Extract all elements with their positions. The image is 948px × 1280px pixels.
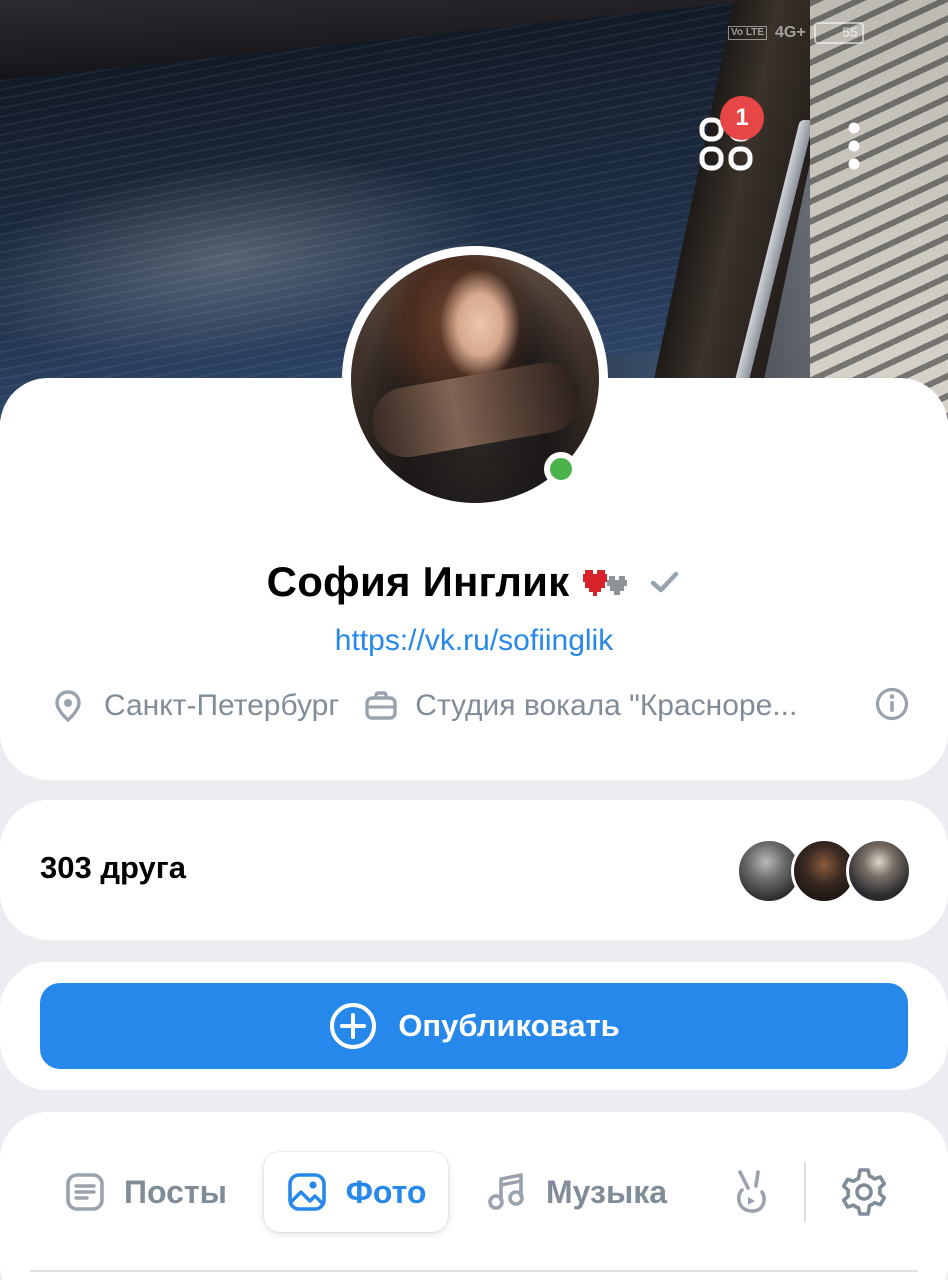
publish-label: Опубликовать xyxy=(398,1008,620,1043)
profile-name-row: София Инглик xyxy=(0,556,948,608)
cover-sidewalk xyxy=(810,0,948,420)
profile-tabs: Посты Фото Музыка xyxy=(0,1152,948,1236)
verified-check-icon[interactable] xyxy=(647,565,681,599)
tabs-underline xyxy=(30,1270,918,1272)
location-pin-icon xyxy=(55,690,81,723)
publish-button[interactable]: Опубликовать xyxy=(40,983,908,1069)
posts-icon xyxy=(66,1173,104,1211)
tabs-divider xyxy=(804,1162,806,1222)
city-text: Санкт-Петербург xyxy=(104,689,340,722)
volte-indicator: Vo LTE xyxy=(728,26,767,40)
pixel-heart-icon[interactable] xyxy=(583,566,633,598)
tab-photos-label: Фото xyxy=(345,1173,427,1210)
friend-avatars[interactable] xyxy=(736,838,912,904)
music-note-icon xyxy=(488,1173,524,1210)
tab-music-label: Музыка xyxy=(546,1173,668,1210)
notification-badge: 1 xyxy=(720,96,764,140)
network-indicator: 4G+ xyxy=(774,24,806,41)
friend-avatar xyxy=(846,838,912,904)
friends-count[interactable]: 303 друга xyxy=(40,850,186,886)
clips-icon xyxy=(736,1170,766,1213)
more-vertical-icon xyxy=(848,122,860,170)
profile-link[interactable]: https://vk.ru/sofiinglik xyxy=(0,624,948,658)
tab-posts-label: Посты xyxy=(124,1173,227,1210)
profile-name: София Инглик xyxy=(266,558,570,605)
profile-info-row[interactable]: Санкт-Петербург Студия вокала "Красноре.… xyxy=(50,682,910,730)
briefcase-icon xyxy=(365,691,397,720)
tab-posts[interactable]: Посты xyxy=(46,1152,245,1232)
plus-circle-icon xyxy=(330,1003,377,1049)
tabs-settings-button[interactable] xyxy=(832,1160,896,1224)
tab-photos[interactable]: Фото xyxy=(264,1152,448,1232)
tab-clips[interactable] xyxy=(720,1152,786,1232)
tab-music[interactable]: Музыка xyxy=(468,1152,685,1232)
status-bar: Vo LTE 4G+ 55 xyxy=(728,22,864,44)
gear-icon xyxy=(841,1168,887,1216)
info-circle-icon[interactable] xyxy=(874,686,910,722)
battery-indicator: 55 xyxy=(813,22,864,44)
online-indicator xyxy=(544,452,578,486)
more-button[interactable] xyxy=(832,114,876,178)
photo-icon xyxy=(287,1173,326,1211)
work-text: Студия вокала "Красноре... xyxy=(415,689,798,722)
